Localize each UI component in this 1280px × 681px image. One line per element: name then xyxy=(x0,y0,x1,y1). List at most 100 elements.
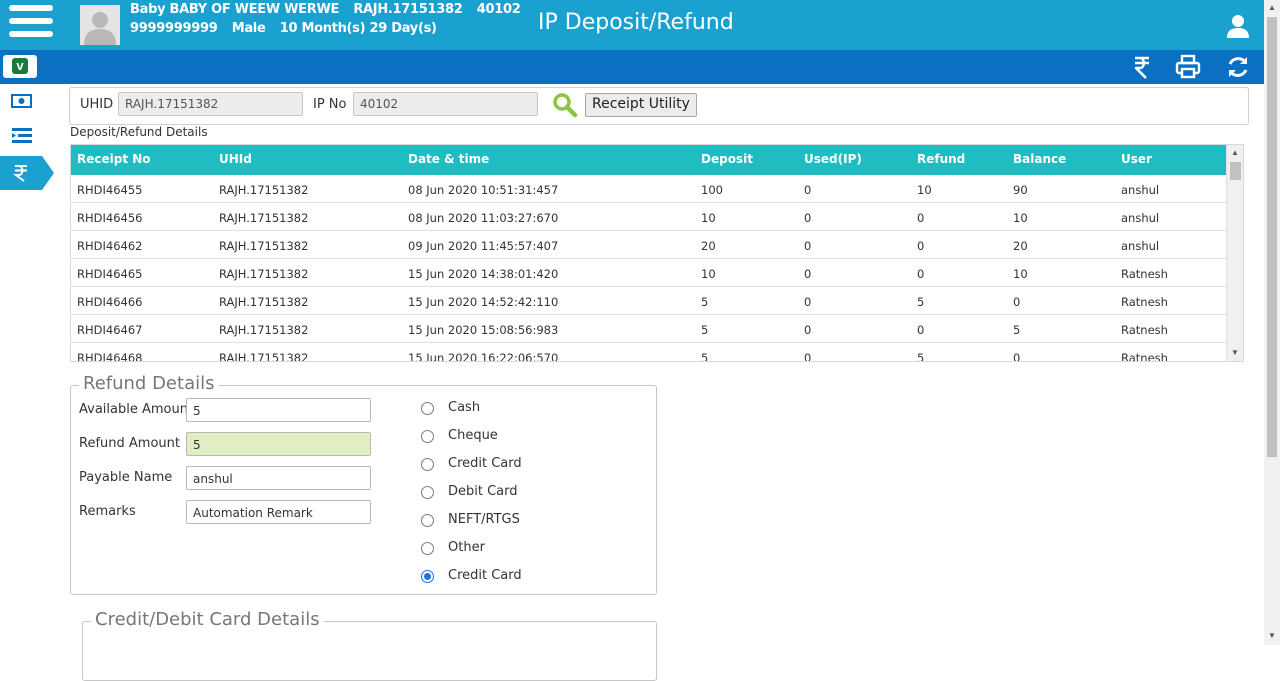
cell-deposit: 10 xyxy=(701,267,716,281)
cell-datetime: 15 Jun 2020 16:22:06:570 xyxy=(408,351,559,362)
cell-datetime: 15 Jun 2020 15:08:56:983 xyxy=(408,323,559,337)
scroll-up-icon[interactable]: ▲ xyxy=(1231,148,1239,157)
cell-deposit: 10 xyxy=(701,211,716,225)
cell-receipt-no: RHDI46466 xyxy=(77,295,143,309)
cell-balance: 0 xyxy=(1013,295,1021,309)
rupee-icon[interactable] xyxy=(1129,54,1155,80)
refund-details-panel: Refund Details Available Amount 5 Refund… xyxy=(70,373,657,595)
table-header: Receipt No UHId Date & time Deposit Used… xyxy=(71,145,1226,175)
page-scroll-down-icon[interactable]: ▼ xyxy=(1268,631,1276,640)
table-row[interactable]: RHDI46465 RAJH.17151382 15 Jun 2020 14:38:… xyxy=(71,259,1226,287)
table-row[interactable]: RHDI46462 RAJH.17151382 09 Jun 2020 11:45:… xyxy=(71,231,1226,259)
cell-deposit: 5 xyxy=(701,323,709,337)
remarks-input[interactable]: Automation Remark xyxy=(186,500,371,524)
cell-used: 0 xyxy=(804,295,812,309)
rupee-nav-icon xyxy=(13,165,27,182)
cell-receipt-no: RHDI46456 xyxy=(77,211,143,225)
payment-mode-radio[interactable] xyxy=(421,402,434,415)
cell-refund: 5 xyxy=(917,295,925,309)
scroll-thumb[interactable] xyxy=(1230,162,1241,180)
card-details-legend: Credit/Debit Card Details xyxy=(91,609,324,630)
cell-deposit: 100 xyxy=(701,183,723,197)
cell-user: anshul xyxy=(1121,183,1160,197)
cell-used: 0 xyxy=(804,351,812,362)
col-deposit[interactable]: Deposit xyxy=(701,152,753,166)
ipno-label: IP No xyxy=(313,97,347,112)
col-uhid[interactable]: UHId xyxy=(219,152,252,166)
col-user[interactable]: User xyxy=(1121,152,1152,166)
table-caption: Deposit/Refund Details xyxy=(70,125,208,139)
payment-mode-radio[interactable] xyxy=(421,514,434,527)
table-row[interactable]: RHDI46466 RAJH.17151382 15 Jun 2020 14:52:… xyxy=(71,287,1226,315)
cell-used: 0 xyxy=(804,239,812,253)
payable-name-input[interactable]: anshul xyxy=(186,466,371,490)
cell-receipt-no: RHDI46455 xyxy=(77,183,143,197)
uhid-input[interactable]: RAJH.17151382 xyxy=(118,92,303,116)
refresh-icon[interactable] xyxy=(1225,54,1251,80)
scroll-down-icon[interactable]: ▼ xyxy=(1231,348,1239,357)
uhid-label: UHID xyxy=(80,97,114,112)
cell-refund: 10 xyxy=(917,183,932,197)
col-refund[interactable]: Refund xyxy=(917,152,965,166)
table-row[interactable]: RHDI46455 RAJH.17151382 08 Jun 2020 10:51:… xyxy=(71,175,1226,203)
col-datetime[interactable]: Date & time xyxy=(408,152,489,166)
payment-mode-radio[interactable] xyxy=(421,458,434,471)
payable-name-label: Payable Name xyxy=(79,470,173,485)
table-scrollbar[interactable]: ▲ ▼ xyxy=(1226,145,1243,361)
deposit-table: Receipt No UHId Date & time Deposit Used… xyxy=(70,144,1244,362)
user-icon[interactable] xyxy=(1226,14,1250,38)
payment-mode-radio[interactable] xyxy=(421,486,434,499)
col-used[interactable]: Used(IP) xyxy=(804,152,862,166)
payment-mode-radio[interactable] xyxy=(421,430,434,443)
menu-icon[interactable] xyxy=(9,5,53,45)
cell-uhid: RAJH.17151382 xyxy=(219,183,309,197)
cell-balance: 90 xyxy=(1013,183,1028,197)
cell-uhid: RAJH.17151382 xyxy=(219,239,309,253)
search-icon[interactable] xyxy=(552,92,578,118)
cell-datetime: 15 Jun 2020 14:38:01:420 xyxy=(408,267,559,281)
cell-balance: 10 xyxy=(1013,211,1028,225)
refund-amount-input[interactable]: 5 xyxy=(186,432,371,456)
table-row[interactable]: RHDI46467 RAJH.17151382 15 Jun 2020 15:08:… xyxy=(71,315,1226,343)
table-row[interactable]: RHDI46468 RAJH.17151382 15 Jun 2020 16:22:… xyxy=(71,343,1226,362)
print-icon[interactable] xyxy=(1175,54,1201,80)
patient-info-line1: Baby BABY OF WEEW WERWE RAJH.17151382 40… xyxy=(130,2,530,17)
cell-datetime: 08 Jun 2020 10:51:31:457 xyxy=(408,183,559,197)
app-logo[interactable]: v xyxy=(3,55,37,78)
cell-datetime: 08 Jun 2020 11:03:27:670 xyxy=(408,211,559,225)
payment-mode-radio[interactable] xyxy=(421,542,434,555)
col-receipt-no[interactable]: Receipt No xyxy=(77,152,151,166)
cell-refund: 0 xyxy=(917,323,925,337)
patient-phone: 9999999999 xyxy=(130,21,218,36)
patient-name: Baby BABY OF WEEW WERWE xyxy=(130,2,340,17)
cell-used: 0 xyxy=(804,183,812,197)
nav-item-deposit[interactable] xyxy=(0,84,42,118)
cell-user: Ratnesh xyxy=(1121,295,1168,309)
patient-gender: Male xyxy=(231,21,266,36)
cell-receipt-no: RHDI46468 xyxy=(77,351,143,362)
cell-uhid: RAJH.17151382 xyxy=(219,351,309,362)
action-toolbar: v xyxy=(0,50,1264,84)
app-logo-letter: v xyxy=(12,58,28,74)
cell-user: anshul xyxy=(1121,239,1160,253)
table-row[interactable]: RHDI46456 RAJH.17151382 08 Jun 2020 11:03:… xyxy=(71,203,1226,231)
cell-used: 0 xyxy=(804,323,812,337)
available-amount-input[interactable]: 5 xyxy=(186,398,371,422)
payment-mode-label: Credit Card xyxy=(448,456,522,471)
payment-mode-label: NEFT/RTGS xyxy=(448,512,520,527)
nav-item-refund[interactable] xyxy=(0,156,54,190)
payment-mode-radio[interactable] xyxy=(421,570,434,583)
page-scroll-thumb[interactable] xyxy=(1267,17,1277,457)
cell-used: 0 xyxy=(804,211,812,225)
ipno-input[interactable]: 40102 xyxy=(353,92,538,116)
cell-deposit: 20 xyxy=(701,239,716,253)
page-scrollbar[interactable]: ▲ ▼ xyxy=(1264,0,1280,645)
search-panel: UHID RAJH.17151382 IP No 40102 Receipt U… xyxy=(69,87,1249,125)
patient-uhid: RAJH.17151382 xyxy=(353,2,463,17)
col-balance[interactable]: Balance xyxy=(1013,152,1066,166)
receipt-utility-button[interactable]: Receipt Utility xyxy=(585,93,697,117)
cell-refund: 0 xyxy=(917,211,925,225)
page-scroll-up-icon[interactable]: ▲ xyxy=(1268,3,1276,12)
cell-uhid: RAJH.17151382 xyxy=(219,323,309,337)
nav-item-list[interactable] xyxy=(0,118,42,152)
